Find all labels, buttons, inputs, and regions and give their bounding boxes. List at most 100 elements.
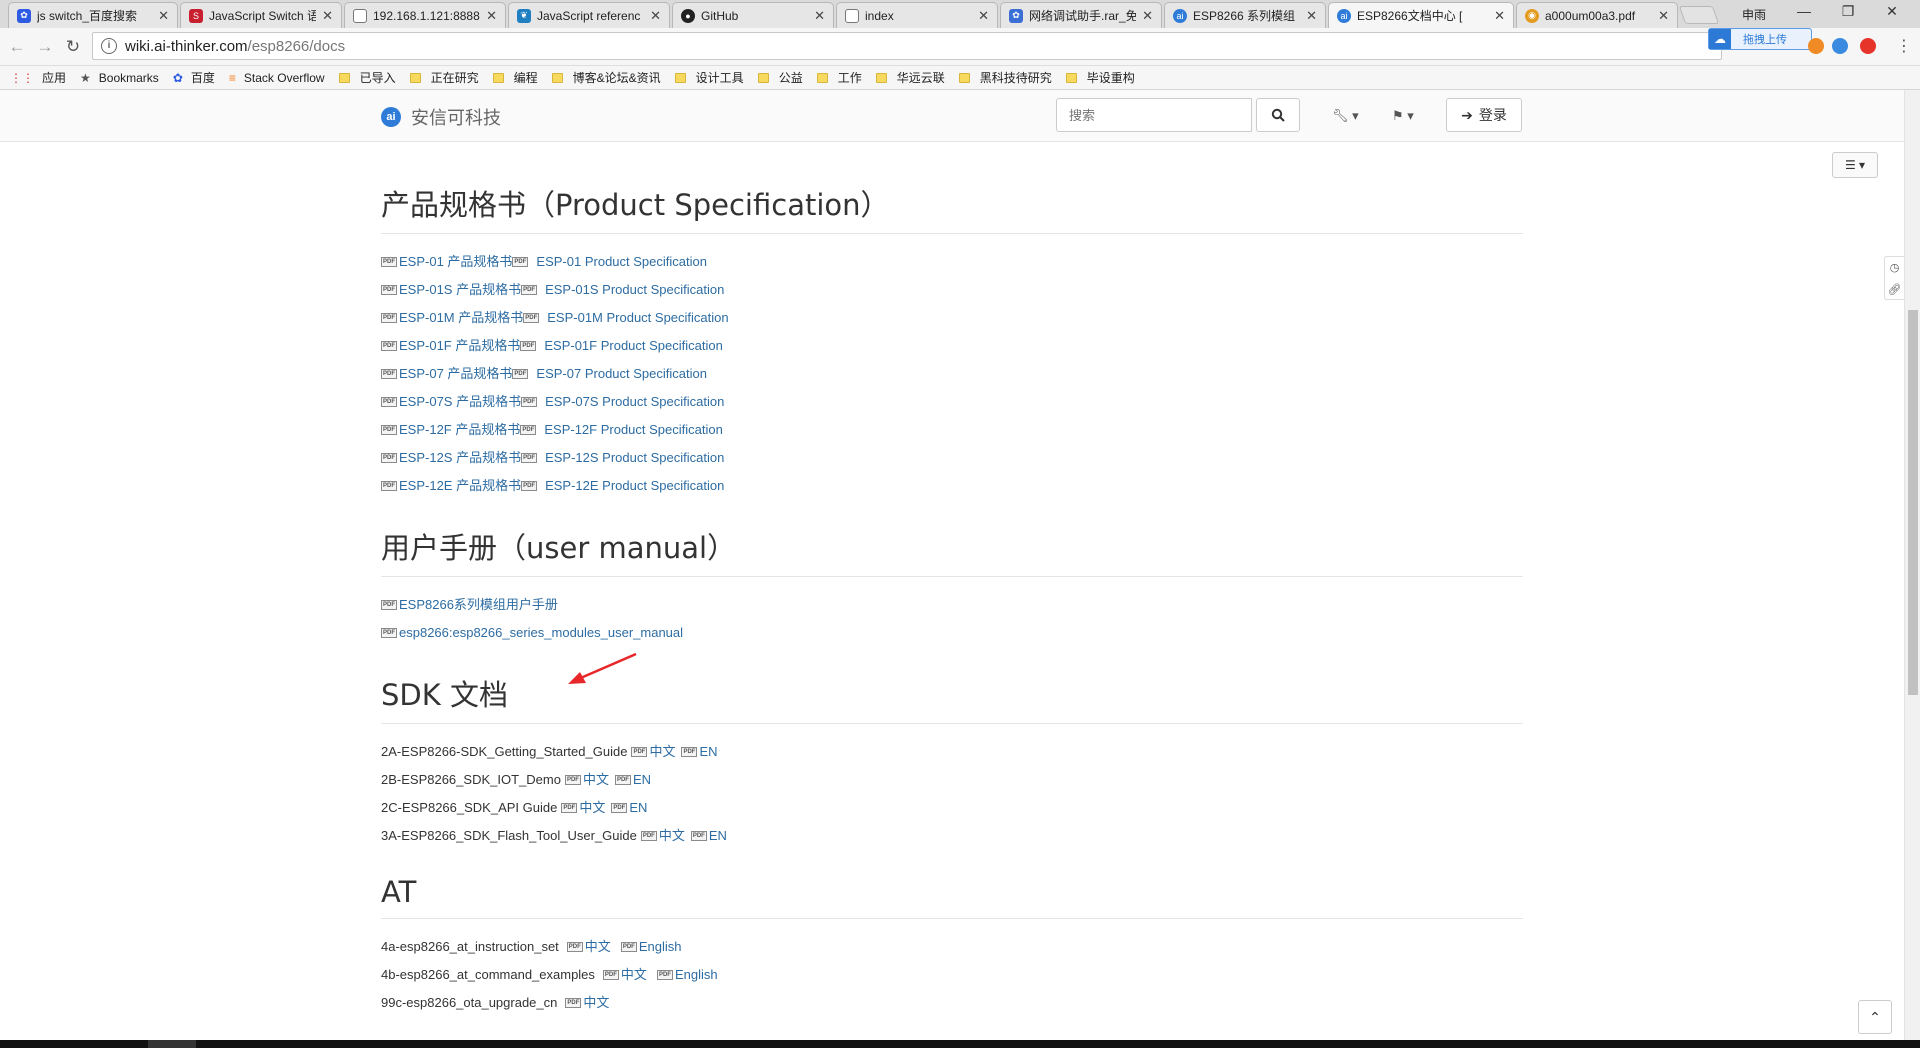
folder-icon	[816, 72, 828, 83]
spec-link-en[interactable]: ESP-12E Product Specification	[545, 472, 724, 500]
site-logo[interactable]: ai 安信可科技	[381, 104, 501, 130]
bookmark-item[interactable]: 编程	[492, 69, 538, 86]
manual-link[interactable]: esp8266:esp8266_series_modules_user_manu…	[399, 619, 683, 647]
doc-link-cn[interactable]: 中文	[621, 961, 647, 989]
spec-link-en[interactable]: ESP-07 Product Specification	[536, 360, 707, 388]
close-icon[interactable]: ✕	[1658, 8, 1669, 24]
menu-icon[interactable]: ⋮	[1896, 36, 1912, 56]
forward-icon[interactable]: →	[34, 36, 56, 58]
browser-tab[interactable]: S JavaScript Switch 语 ✕	[180, 2, 342, 28]
browser-tab[interactable]: ai ESP8266 系列模组 ✕	[1164, 2, 1326, 28]
profile-name[interactable]: 申雨	[1742, 6, 1766, 23]
bookmark-item[interactable]: ✿ 百度	[173, 69, 215, 86]
doc-link-en[interactable]: EN	[629, 794, 647, 822]
bookmark-item[interactable]: 公益	[757, 69, 803, 86]
doc-link-cn[interactable]: 中文	[579, 794, 605, 822]
extension-icon[interactable]	[1832, 38, 1848, 54]
bookmark-item[interactable]: 毕设重构	[1065, 69, 1135, 86]
doc-link-cn[interactable]: 中文	[583, 989, 609, 1017]
extension-icon[interactable]	[1808, 38, 1824, 54]
bookmark-item[interactable]: 正在研究	[409, 69, 479, 86]
spec-link-cn[interactable]: ESP-07 产品规格书	[399, 360, 512, 388]
spec-link-cn[interactable]: ESP-12F 产品规格书	[399, 416, 520, 444]
browser-tab-active[interactable]: ai ESP8266文档中心 [✕	[1328, 2, 1514, 28]
manual-link[interactable]: ESP8266系列模组用户手册	[399, 591, 558, 619]
search-input[interactable]	[1056, 98, 1252, 132]
spec-link-en[interactable]: ESP-01S Product Specification	[545, 276, 724, 304]
history-icon[interactable]: ◷	[1885, 257, 1904, 279]
bookmark-item[interactable]: 工作	[816, 69, 862, 86]
info-icon[interactable]: i	[101, 38, 117, 54]
close-icon[interactable]: ✕	[322, 8, 333, 24]
browser-tab[interactable]: 192.168.1.121:8888 ✕	[344, 2, 506, 28]
doc-link-cn[interactable]: 中文	[659, 822, 685, 850]
page-scrollbar[interactable]	[1904, 90, 1920, 1040]
browser-tab[interactable]: ✿ 网络调试助手.rar_免 ✕	[1000, 2, 1162, 28]
spec-link-cn[interactable]: ESP-12E 产品规格书	[399, 472, 521, 500]
bookmark-item[interactable]: ⋮⋮ 应用	[10, 69, 66, 86]
spec-link-cn[interactable]: ESP-07S 产品规格书	[399, 388, 521, 416]
spec-link-en[interactable]: ESP-01 Product Specification	[536, 248, 707, 276]
doc-link-en[interactable]: EN	[709, 822, 727, 850]
back-icon[interactable]: ←	[6, 36, 28, 58]
doc-link-cn[interactable]: 中文	[583, 766, 609, 794]
restore-icon[interactable]: ❐	[1826, 3, 1870, 20]
doc-name: 4a-esp8266_at_instruction_set	[381, 939, 559, 954]
bookmark-item[interactable]: 博客&论坛&资讯	[551, 69, 661, 86]
scrollbar-thumb[interactable]	[1908, 310, 1918, 695]
doc-link-en[interactable]: English	[639, 933, 682, 961]
close-icon[interactable]: ✕	[1494, 8, 1505, 24]
close-icon[interactable]: ✕	[978, 8, 989, 24]
tools-dropdown[interactable]: 🔧︎ ▾	[1332, 108, 1359, 124]
address-bar[interactable]: i wiki.ai-thinker.com/esp8266/docs	[92, 32, 1722, 60]
bookmark-item[interactable]: ≡ Stack Overflow	[229, 71, 325, 85]
doc-link-cn[interactable]: 中文	[585, 933, 611, 961]
link-icon[interactable]: 🔗︎	[1885, 279, 1904, 301]
browser-tab[interactable]: ✿ js switch_百度搜索 ✕	[8, 2, 178, 28]
search-button[interactable]	[1256, 98, 1300, 132]
doc-link-cn[interactable]: 中文	[649, 738, 675, 766]
flag-dropdown[interactable]: ⚑ ▾	[1392, 108, 1414, 124]
close-icon[interactable]: ✕	[814, 8, 825, 24]
weibo-icon[interactable]	[1860, 38, 1876, 54]
back-to-top-button[interactable]: ⌃	[1858, 1000, 1892, 1034]
close-icon[interactable]: ✕	[1142, 8, 1153, 24]
close-icon[interactable]: ✕	[1306, 8, 1317, 24]
spec-link-cn[interactable]: ESP-12S 产品规格书	[399, 444, 521, 472]
bookmark-item[interactable]: 设计工具	[674, 69, 744, 86]
toc-button[interactable]: ☰ ▾	[1832, 152, 1878, 178]
browser-tab[interactable]: index ✕	[836, 2, 998, 28]
doc-link-en[interactable]: English	[675, 961, 718, 989]
spec-link-en[interactable]: ESP-01M Product Specification	[547, 304, 728, 332]
spec-link-en[interactable]: ESP-07S Product Specification	[545, 388, 724, 416]
pdf-icon: PDF	[381, 369, 397, 379]
spec-link-cn[interactable]: ESP-01S 产品规格书	[399, 276, 521, 304]
doc-link-en[interactable]: EN	[699, 738, 717, 766]
close-icon[interactable]: ✕	[650, 8, 661, 24]
browser-tab[interactable]: ❦ JavaScript referenc ✕	[508, 2, 670, 28]
browser-tab[interactable]: ● GitHub ✕	[672, 2, 834, 28]
spec-link-en[interactable]: ESP-01F Product Specification	[544, 332, 722, 360]
reload-icon[interactable]: ↻	[62, 36, 84, 58]
new-tab-button[interactable]	[1678, 6, 1720, 24]
spec-link-en[interactable]: ESP-12F Product Specification	[544, 416, 722, 444]
bookmark-item[interactable]: 黑科技待研究	[958, 69, 1052, 86]
bookmark-item[interactable]: 华远云联	[875, 69, 945, 86]
minimize-icon[interactable]: —	[1782, 3, 1826, 19]
pdf-icon: PDF	[602, 970, 619, 980]
spec-link-cn[interactable]: ESP-01M 产品规格书	[399, 304, 523, 332]
upload-button[interactable]: ☁ 拖拽上传	[1708, 28, 1812, 50]
spec-link-en[interactable]: ESP-12S Product Specification	[545, 444, 724, 472]
list-item: PDF ESP-12F 产品规格书 PDF ESP-12F Product Speci…	[381, 416, 1523, 444]
bookmark-item[interactable]: ★ Bookmarks	[80, 71, 159, 85]
taskbar-item[interactable]	[148, 1040, 196, 1048]
spec-link-cn[interactable]: ESP-01F 产品规格书	[399, 332, 520, 360]
close-icon[interactable]: ✕	[486, 8, 497, 24]
login-button[interactable]: ➔ 登录	[1446, 98, 1522, 132]
window-close-icon[interactable]: ✕	[1870, 3, 1914, 20]
browser-tab[interactable]: ◉ a000um00a3.pdf ✕	[1516, 2, 1678, 28]
doc-link-en[interactable]: EN	[633, 766, 651, 794]
spec-link-cn[interactable]: ESP-01 产品规格书	[399, 248, 512, 276]
close-icon[interactable]: ✕	[158, 8, 169, 24]
bookmark-item[interactable]: 已导入	[338, 69, 396, 86]
